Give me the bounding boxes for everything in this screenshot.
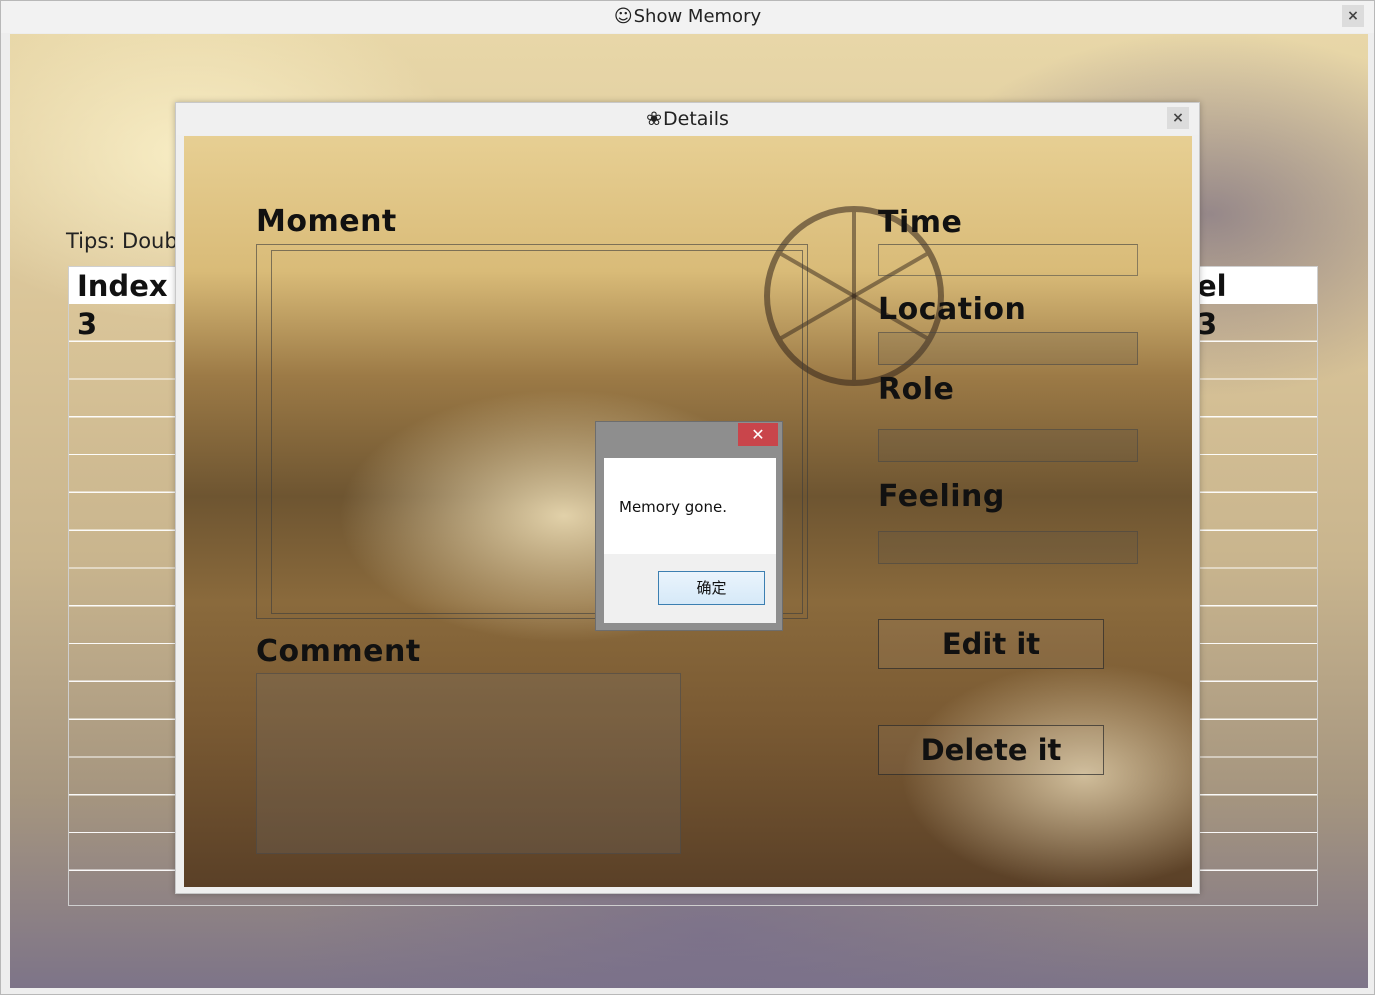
main-close-button[interactable]: × bbox=[1342, 5, 1364, 27]
main-window-title: Show Memory bbox=[633, 6, 762, 27]
comment-label: Comment bbox=[256, 634, 421, 669]
feeling-field[interactable] bbox=[878, 531, 1138, 564]
message-dialog: ✕ Memory gone. 确定 bbox=[595, 421, 783, 631]
dialog-message: Memory gone. bbox=[619, 498, 727, 516]
delete-button[interactable]: Delete it bbox=[878, 725, 1104, 775]
cell-level: 3 bbox=[1197, 307, 1218, 341]
edit-button[interactable]: Edit it bbox=[878, 619, 1104, 669]
time-field[interactable] bbox=[878, 244, 1138, 276]
details-close-button[interactable]: × bbox=[1167, 107, 1189, 129]
role-field[interactable] bbox=[878, 429, 1138, 462]
feeling-label: Feeling bbox=[878, 479, 1005, 514]
moment-label: Moment bbox=[256, 204, 397, 239]
role-label: Role bbox=[878, 372, 955, 407]
location-field[interactable] bbox=[878, 332, 1138, 365]
main-titlebar: ☺Show Memory × bbox=[1, 1, 1374, 33]
flower-icon: ❀ bbox=[646, 108, 663, 130]
tips-text: Tips: Doub bbox=[66, 229, 178, 253]
smiley-icon: ☺ bbox=[613, 6, 633, 27]
ok-button[interactable]: 确定 bbox=[658, 571, 765, 605]
column-header-index[interactable]: Index bbox=[77, 269, 168, 303]
cell-index: 3 bbox=[77, 307, 98, 341]
dialog-footer: 确定 bbox=[604, 554, 776, 623]
time-label: Time bbox=[878, 205, 963, 240]
comment-text-area[interactable] bbox=[256, 673, 681, 854]
column-header-level[interactable]: el bbox=[1197, 269, 1227, 303]
dialog-close-button[interactable]: ✕ bbox=[738, 423, 778, 446]
dialog-content: Memory gone. bbox=[604, 458, 776, 554]
location-label: Location bbox=[878, 292, 1027, 327]
details-titlebar: ❀Details × bbox=[176, 103, 1199, 135]
details-window-title: Details bbox=[663, 108, 729, 130]
